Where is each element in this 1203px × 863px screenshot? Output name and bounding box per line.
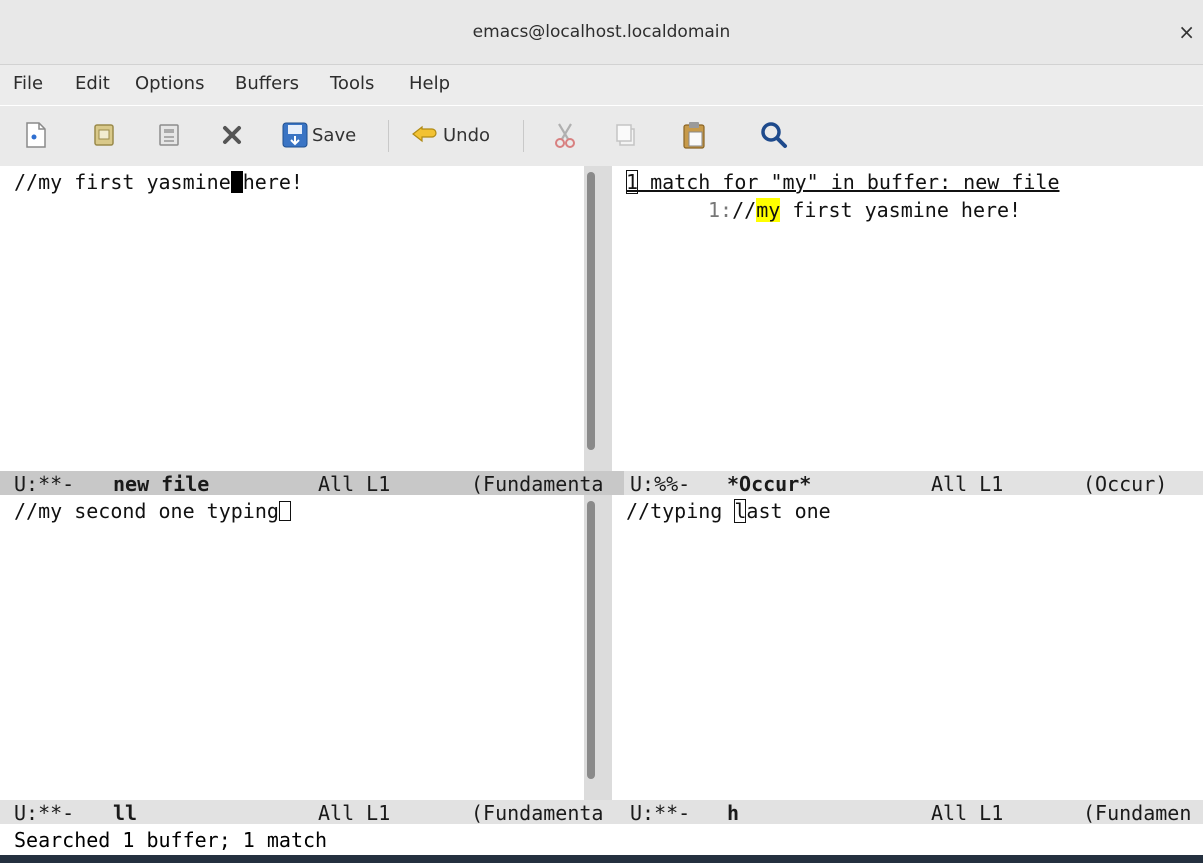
occur-line-prefix: //: [732, 198, 757, 222]
paste-button[interactable]: [681, 118, 707, 152]
menu-tools[interactable]: Tools: [330, 73, 374, 94]
modeline-bottom-right[interactable]: U:**- h All L1 (Fundamen: [624, 800, 1203, 824]
menu-help[interactable]: Help: [409, 73, 450, 94]
search-button[interactable]: [760, 118, 788, 152]
menu-bar: File Edit Options Buffers Tools Help: [0, 65, 1203, 105]
scrollbar-top-left[interactable]: [584, 166, 598, 471]
toolbar-separator: [388, 120, 389, 152]
buffer-line-1: //my second one typing: [14, 499, 279, 523]
toolbar-separator: [523, 120, 524, 152]
buffer-text: //my first yasmine here!: [14, 170, 303, 194]
occur-header-text: match for "my" in buffer: new file: [638, 170, 1060, 194]
modeline-position: All L1: [931, 801, 1004, 824]
modeline-mode: (Fundamenta: [471, 801, 604, 824]
cut-icon: [555, 123, 575, 148]
save-label: Save: [312, 124, 357, 146]
copy-button[interactable]: [614, 118, 638, 152]
editor-pane-top-left[interactable]: //my first yasmine here!: [0, 166, 582, 471]
occur-header: 1 match for "my" in buffer: new file: [626, 170, 1059, 194]
window-title-bar: emacs@localhost.localdomain ×: [0, 0, 1203, 65]
scrollbar-thumb[interactable]: [587, 501, 595, 779]
modeline-mode: (Occur): [1083, 472, 1168, 495]
text-cursor: l: [734, 499, 747, 523]
dired-icon: [159, 124, 179, 146]
text-cursor: [278, 501, 291, 521]
text-cursor: [230, 171, 243, 193]
modeline-mode: (Fundamenta: [471, 472, 604, 495]
modeline-top-left[interactable]: U:**- new file All L1 (Fundamenta: [0, 471, 624, 495]
modeline-position: All L1: [318, 801, 391, 824]
menu-buffers[interactable]: Buffers: [235, 73, 299, 94]
window-title: emacs@localhost.localdomain: [472, 22, 731, 42]
buffer-line-1-rest: here!: [242, 170, 303, 194]
occur-result-line[interactable]: 1://my first yasmine here!: [708, 198, 1021, 222]
toolbar: Save Undo: [0, 106, 1203, 166]
modeline-buffer-name: ll: [113, 801, 138, 824]
modeline-bottom-left[interactable]: U:**- ll All L1 (Fundamenta: [0, 800, 624, 824]
editor-pane-bottom-left[interactable]: //my second one typing: [0, 495, 582, 800]
new-file-icon: [26, 122, 46, 148]
undo-icon: [412, 125, 437, 143]
buffer-line-1-rest: ast one: [746, 499, 831, 523]
scrollbar-top-right[interactable]: [598, 166, 612, 471]
close-buffer-button[interactable]: [220, 118, 244, 152]
menu-options[interactable]: Options: [135, 73, 204, 94]
editor-pane-top-right[interactable]: 1 match for "my" in buffer: new file 1:/…: [612, 166, 1203, 471]
window-close-button[interactable]: ×: [1178, 20, 1195, 44]
modeline-top-right[interactable]: U:%%- *Occur* All L1 (Occur): [624, 471, 1203, 495]
new-file-button[interactable]: [24, 118, 48, 152]
open-file-icon: [94, 124, 114, 146]
modeline-position: All L1: [318, 472, 391, 495]
occur-match-highlight: my: [756, 198, 781, 222]
occur-line-number: 1:: [708, 198, 733, 222]
modeline-status: U:**-: [14, 472, 75, 495]
scrollbar-thumb[interactable]: [587, 172, 595, 450]
modeline-status: U:**-: [14, 801, 75, 824]
modeline-buffer-name: h: [727, 801, 740, 824]
modeline-mode: (Fundamen: [1083, 801, 1192, 824]
echo-area[interactable]: Searched 1 buffer; 1 match: [0, 827, 1203, 855]
save-button[interactable]: Save: [281, 118, 356, 152]
modeline-position: All L1: [931, 472, 1004, 495]
undo-label: Undo: [443, 124, 491, 146]
modeline-status: U:**-: [630, 801, 691, 824]
buffer-line-1: //my first yasmine: [14, 170, 231, 194]
paste-icon: [683, 122, 705, 149]
modeline-buffer-name: new file: [113, 472, 210, 495]
modeline-status: U:%%-: [630, 472, 691, 495]
copy-icon: [616, 124, 635, 146]
dired-button[interactable]: [157, 118, 181, 152]
scrollbar-bottom-right[interactable]: [598, 495, 612, 800]
scrollbar-bottom-left[interactable]: [584, 495, 598, 800]
modeline-buffer-name: *Occur*: [727, 472, 812, 495]
menu-file[interactable]: File: [13, 73, 43, 94]
menu-edit[interactable]: Edit: [75, 73, 110, 94]
buffer-text: //my second one typing: [14, 499, 291, 523]
occur-line-rest: first yasmine here!: [780, 198, 1022, 222]
close-buffer-icon: [223, 126, 241, 144]
buffer-line-1: //typing: [626, 499, 735, 523]
editor-pane-bottom-right[interactable]: //typing last one: [612, 495, 1203, 800]
undo-button[interactable]: Undo: [410, 118, 490, 152]
echo-message: Searched 1 buffer; 1 match: [14, 828, 328, 852]
open-file-button[interactable]: [92, 118, 116, 152]
taskbar-edge: [0, 855, 1203, 863]
cut-button[interactable]: [552, 118, 578, 152]
buffer-text: //typing last one: [626, 499, 831, 523]
search-icon: [761, 122, 787, 148]
occur-match-count: 1: [626, 170, 639, 194]
save-icon: [282, 122, 308, 148]
